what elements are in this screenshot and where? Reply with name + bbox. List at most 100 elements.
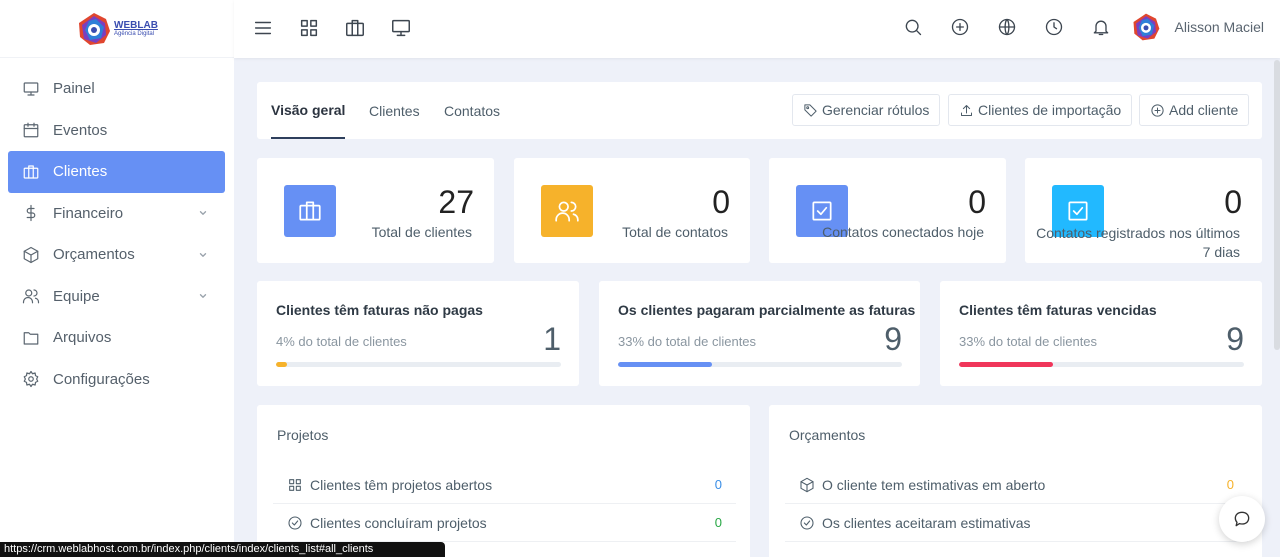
topbar: Alisson Maciel — [234, 0, 1280, 58]
sidebar-item-label: Arquivos — [53, 329, 112, 347]
sidebar-item-label: Orçamentos — [53, 246, 135, 264]
invoice-card-title: Clientes têm faturas vencidas — [959, 302, 1157, 318]
chevron-down-icon — [199, 211, 207, 216]
stat-card-contacts-7-days[interactable]: 0 Contatos registrados nos últimos 7 dia… — [1025, 158, 1262, 263]
invoice-card-value: 1 — [543, 321, 561, 357]
invoice-card-value: 9 — [884, 321, 902, 357]
grid-icon[interactable] — [298, 17, 320, 39]
import-clients-label: Clientes de importação — [978, 102, 1122, 118]
list-item-label: O cliente tem estimativas em aberto — [822, 476, 1046, 493]
invoice-card-subtitle: 33% do total de clientes — [618, 334, 757, 349]
list-item[interactable]: Os clientes aceitaram estimativas — [785, 504, 1248, 542]
briefcase-icon — [299, 201, 321, 221]
tab-clientes[interactable]: Clientes — [369, 82, 420, 139]
brand-tagline: Agência Digital — [114, 30, 155, 37]
sidebar-item-painel[interactable]: Painel — [0, 68, 234, 110]
page-scrollbar[interactable] — [1274, 60, 1280, 350]
list-item-label: Os clientes aceitaram estimativas — [822, 514, 1031, 531]
main-content: Visão geral Clientes Contatos Gerenciar … — [257, 82, 1262, 557]
check-circle-icon — [800, 515, 814, 530]
invoice-card-title: Os clientes pagaram parcialmente as fatu… — [618, 302, 916, 318]
stat-card-contacts-today[interactable]: 0 Contatos conectados hoje — [769, 158, 1006, 263]
tag-icon — [804, 103, 817, 117]
stat-label: Total de clientes — [371, 224, 472, 240]
stat-value: 0 — [712, 184, 730, 220]
search-icon[interactable] — [903, 17, 923, 37]
tab-visao-geral[interactable]: Visão geral — [271, 82, 346, 139]
list-item[interactable]: O cliente tem estimativas em aberto 0 — [785, 466, 1248, 504]
tab-contatos[interactable]: Contatos — [444, 82, 500, 139]
invoice-card-overdue[interactable]: Clientes têm faturas vencidas 33% do tot… — [940, 281, 1262, 386]
list-item[interactable]: Clientes têm projetos abertos 0 — [273, 466, 736, 504]
monitor-icon — [23, 82, 39, 96]
sidebar-item-label: Painel — [53, 80, 95, 98]
tabs-bar: Visão geral Clientes Contatos Gerenciar … — [257, 82, 1262, 139]
sidebar-item-label: Eventos — [53, 121, 108, 139]
sidebar-item-label: Equipe — [53, 287, 100, 305]
manage-labels-button[interactable]: Gerenciar rótulos — [792, 94, 941, 126]
list-item-label: Clientes têm projetos abertos — [310, 476, 493, 493]
sidebar-item-clientes[interactable]: Clientes — [8, 151, 225, 193]
chat-button[interactable] — [1219, 496, 1265, 542]
list-item-count: 0 — [1226, 477, 1234, 492]
import-clients-button[interactable]: Clientes de importação — [948, 94, 1133, 126]
add-client-button[interactable]: Add cliente — [1139, 94, 1250, 126]
progress-bar — [959, 362, 1244, 367]
estimates-card: Orçamentos O cliente tem estimativas em … — [769, 405, 1262, 557]
projects-card: Projetos Clientes têm projetos abertos 0… — [257, 405, 750, 557]
user-name[interactable]: Alisson Maciel — [1175, 19, 1264, 35]
stat-label: Contatos registrados nos últimos 7 dias — [1036, 225, 1240, 260]
users-icon — [555, 201, 579, 222]
sidebar-item-orcamentos[interactable]: Orçamentos — [0, 234, 234, 276]
stat-card-total-contacts[interactable]: 0 Total de contatos — [514, 158, 750, 263]
clock-icon[interactable] — [1044, 17, 1064, 37]
stat-card-total-clients[interactable]: 27 Total de clientes — [257, 158, 494, 263]
sidebar-item-equipe[interactable]: Equipe — [0, 276, 234, 318]
stat-value: 0 — [1224, 184, 1242, 220]
chevron-down-icon — [199, 252, 207, 257]
check-square-icon — [1068, 201, 1088, 221]
upload-icon — [961, 104, 972, 116]
brand-logo-mark — [79, 12, 111, 45]
stat-label: Contatos conectados hoje — [822, 224, 984, 240]
sidebar-item-label: Configurações — [53, 370, 150, 388]
sidebar-item-configuracoes[interactable]: Configurações — [0, 359, 234, 401]
chat-icon — [1234, 511, 1250, 527]
globe-icon[interactable] — [997, 17, 1017, 37]
estimates-title: Orçamentos — [789, 427, 866, 443]
invoice-card-unpaid[interactable]: Clientes têm faturas não pagas 4% do tot… — [257, 281, 579, 386]
invoice-card-partially-paid[interactable]: Os clientes pagaram parcialmente as fatu… — [599, 281, 920, 386]
sidebar-item-financeiro[interactable]: Financeiro — [0, 193, 234, 235]
topbar-right: Alisson Maciel — [903, 12, 1264, 42]
plus-circle-icon[interactable] — [950, 17, 970, 37]
box-icon — [23, 246, 39, 263]
sidebar-item-eventos[interactable]: Eventos — [0, 110, 234, 152]
check-circle-icon — [288, 515, 302, 530]
list-item-label: Clientes concluíram projetos — [310, 514, 487, 531]
link-status-bar: https://crm.weblabhost.com.br/index.php/… — [0, 542, 445, 557]
check-square-icon — [812, 201, 832, 221]
menu-icon[interactable] — [252, 17, 274, 39]
bell-icon[interactable] — [1091, 17, 1111, 37]
progress-fill — [618, 362, 712, 367]
list-item[interactable]: Clientes concluíram projetos 0 — [273, 504, 736, 542]
invoice-card-subtitle: 4% do total de clientes — [276, 334, 407, 349]
sidebar-item-arquivos[interactable]: Arquivos — [0, 317, 234, 359]
progress-fill — [276, 362, 288, 367]
list-item-count: 0 — [714, 477, 722, 492]
projects-title: Projetos — [277, 427, 329, 443]
avatar[interactable] — [1131, 12, 1161, 42]
brand-logo[interactable]: WEBLAB Agência Digital — [76, 11, 158, 47]
topbar-left — [252, 17, 412, 39]
sidebar: WEBLAB Agência Digital Painel Eventos Cl… — [0, 0, 234, 557]
sidebar-item-label: Clientes — [53, 163, 108, 181]
stat-icon-box — [541, 185, 593, 237]
progress-bar — [276, 362, 561, 367]
briefcase-icon — [23, 165, 39, 179]
invoice-card-value: 9 — [1226, 321, 1244, 357]
briefcase-icon[interactable] — [344, 17, 366, 39]
progress-fill — [959, 362, 1054, 367]
sidebar-item-label: Financeiro — [53, 204, 124, 222]
stat-label: Total de contatos — [622, 224, 728, 240]
monitor-icon[interactable] — [390, 17, 412, 39]
